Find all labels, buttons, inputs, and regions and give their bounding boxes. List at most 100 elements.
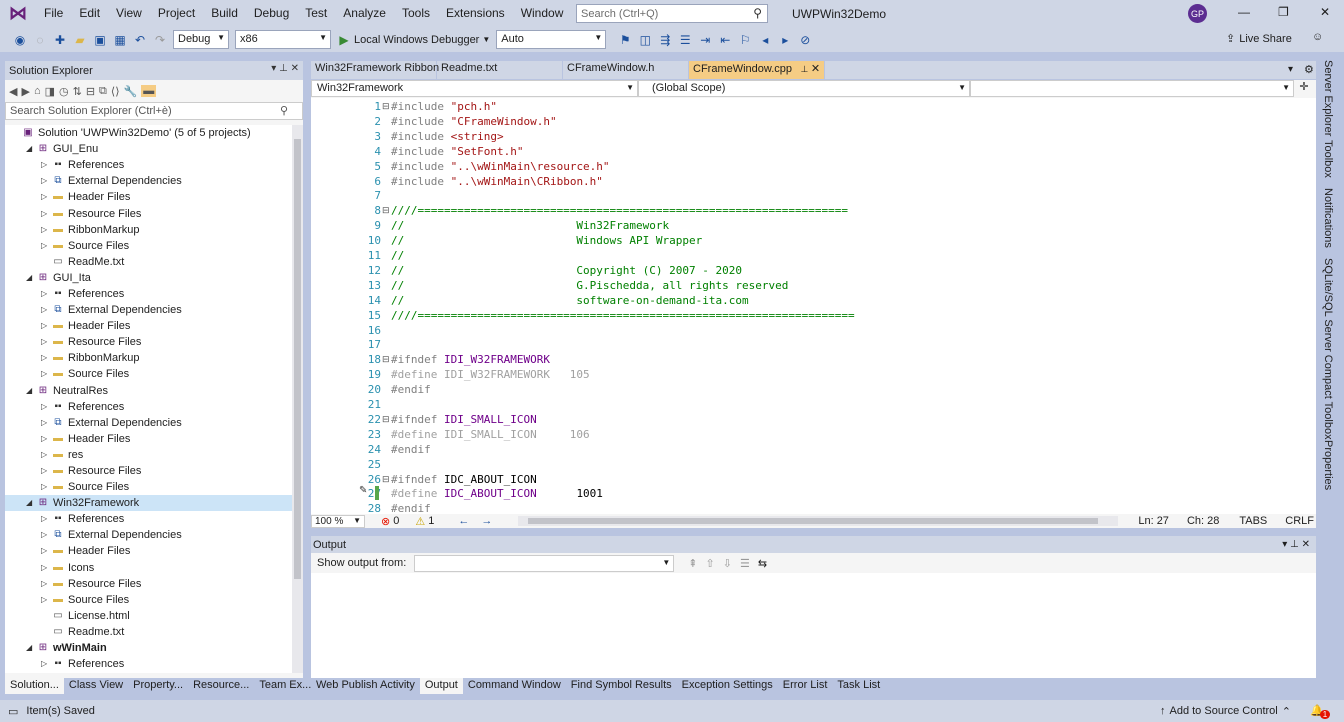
- code-line[interactable]: ////====================================…: [391, 203, 848, 218]
- close-panel-icon[interactable]: ✕: [1302, 539, 1310, 550]
- settings-icon[interactable]: ⚙: [1304, 63, 1314, 76]
- output-tab[interactable]: Error List: [778, 678, 833, 694]
- code-line[interactable]: #include "..\wWinMain\resource.h": [391, 159, 610, 174]
- code-line[interactable]: #ifndef IDI_W32FRAMEWORK: [391, 352, 550, 367]
- play-icon[interactable]: ▶: [336, 32, 352, 48]
- code-line[interactable]: ////====================================…: [391, 308, 855, 323]
- tree-item[interactable]: ▷ ▬ Source Files: [5, 479, 292, 495]
- code-line[interactable]: #endif: [391, 382, 431, 397]
- search-input[interactable]: Search (Ctrl+Q) ⚲: [576, 4, 768, 23]
- code-line[interactable]: #include "pch.h": [391, 99, 497, 114]
- fold-icon[interactable]: ⊟: [382, 354, 390, 365]
- tree-scrollbar[interactable]: [292, 125, 303, 673]
- tree-item[interactable]: ▷ ▬ Header Files: [5, 431, 292, 447]
- pin-icon[interactable]: ⊥: [279, 63, 288, 74]
- code-line[interactable]: #include <string>: [391, 129, 504, 144]
- source-control-button[interactable]: ↑ Add to Source Control ⌃: [1160, 705, 1291, 718]
- side-tab[interactable]: Class View: [64, 678, 128, 694]
- code-line[interactable]: // Win32Framework: [391, 218, 669, 233]
- tree-item[interactable]: ▷ ▬ Header Files: [5, 189, 292, 205]
- format-icon[interactable]: ☰: [677, 32, 693, 48]
- tree-item[interactable]: ◢ ⊞ wWinMain: [5, 640, 292, 656]
- prev-bookmark-icon[interactable]: ◂: [757, 32, 773, 48]
- collapsed-icon[interactable]: ▷: [41, 560, 51, 576]
- tree-item[interactable]: ▷ ▬ res: [5, 447, 292, 463]
- nav-forward-icon[interactable]: →: [481, 515, 492, 527]
- collapsed-icon[interactable]: ▷: [41, 189, 51, 205]
- indent-icon[interactable]: ⇥: [697, 32, 713, 48]
- expanded-icon[interactable]: ◢: [26, 270, 36, 286]
- code-line[interactable]: #include "..\wWinMain\CRibbon.h": [391, 174, 603, 189]
- member-select[interactable]: ▼: [970, 80, 1294, 97]
- collapsed-icon[interactable]: ▷: [41, 479, 51, 495]
- prev-message-icon[interactable]: ⇧: [706, 557, 715, 570]
- align-icon[interactable]: ⇶: [657, 32, 673, 48]
- outdent-icon[interactable]: ⇤: [717, 32, 733, 48]
- new-project-icon[interactable]: ✚: [52, 32, 68, 48]
- code-line[interactable]: // G.Pischedda, all rights reserved: [391, 278, 788, 293]
- collapsed-icon[interactable]: ▷: [41, 157, 51, 173]
- close-tab-icon[interactable]: ✕: [811, 63, 820, 75]
- code-line[interactable]: #ifndef IDC_ABOUT_ICON: [391, 472, 537, 487]
- menu-file[interactable]: File: [36, 0, 71, 27]
- collapsed-icon[interactable]: ▷: [41, 222, 51, 238]
- tree-item[interactable]: ▷ ▬ Resource Files: [5, 576, 292, 592]
- tree-item[interactable]: ◢ ⊞ Win32Framework: [5, 495, 292, 512]
- next-message-icon[interactable]: ⇩: [723, 557, 732, 570]
- output-tab[interactable]: Command Window: [463, 678, 566, 694]
- collapsed-icon[interactable]: ▷: [41, 302, 51, 318]
- fold-icon[interactable]: ⊟: [382, 414, 390, 425]
- document-tab[interactable]: Win32Framework Ribbon: [311, 61, 439, 79]
- live-share-button[interactable]: ⇪ Live Share: [1226, 32, 1292, 46]
- run-button[interactable]: Local Windows Debugger: [354, 34, 479, 46]
- collapsed-icon[interactable]: ▷: [41, 463, 51, 479]
- collapsed-icon[interactable]: ▷: [41, 415, 51, 431]
- collapsed-icon[interactable]: ▷: [41, 447, 51, 463]
- expanded-icon[interactable]: ◢: [26, 383, 36, 399]
- code-line[interactable]: #define IDI_W32FRAMEWORK 105: [391, 367, 590, 382]
- run-dropdown-icon[interactable]: ▼: [482, 35, 490, 44]
- avatar[interactable]: GP: [1188, 4, 1207, 23]
- collapsed-icon[interactable]: ▷: [41, 286, 51, 302]
- collapse-all-icon[interactable]: ⊟: [86, 85, 95, 98]
- collapsed-icon[interactable]: ▷: [41, 399, 51, 415]
- expanded-icon[interactable]: ◢: [26, 640, 36, 656]
- side-tab[interactable]: Resource...: [188, 678, 254, 694]
- code-line[interactable]: // Windows API Wrapper: [391, 233, 702, 248]
- tab-list-icon[interactable]: ▾: [1288, 64, 1293, 75]
- output-source-select[interactable]: ▼: [414, 554, 675, 572]
- code-line[interactable]: //: [391, 248, 404, 263]
- collapsed-icon[interactable]: ▷: [41, 656, 51, 672]
- menu-edit[interactable]: Edit: [71, 0, 108, 27]
- tree-item[interactable]: ▷ ⧉ External Dependencies: [5, 302, 292, 318]
- solution-search-input[interactable]: Search Solution Explorer (Ctrl+è) ⚲: [5, 102, 303, 120]
- tree-item[interactable]: ▷ ▬ Source Files: [5, 238, 292, 254]
- collapsed-icon[interactable]: ▷: [41, 173, 51, 189]
- notifications-button[interactable]: 🔔 1: [1310, 704, 1331, 719]
- back-icon[interactable]: ◀: [9, 85, 17, 98]
- code-line[interactable]: // software-on-demand-ita.com: [391, 293, 749, 308]
- menu-view[interactable]: View: [108, 0, 150, 27]
- tree-item[interactable]: ▭ License.html: [5, 608, 292, 624]
- feedback-icon[interactable]: ☺: [1312, 31, 1323, 43]
- output-tab[interactable]: Output: [419, 678, 463, 694]
- open-icon[interactable]: ▰: [72, 32, 88, 48]
- right-rail-tab[interactable]: Properties: [1322, 440, 1334, 490]
- side-tab[interactable]: Solution...: [5, 678, 64, 694]
- pin-icon[interactable]: ⊥: [798, 64, 811, 74]
- side-tab[interactable]: Team Ex...: [254, 678, 316, 694]
- undo-icon[interactable]: ↶: [132, 32, 148, 48]
- sync-icon[interactable]: ⇅: [73, 85, 82, 98]
- menu-debug[interactable]: Debug: [246, 0, 297, 27]
- preview-icon[interactable]: ▬: [141, 85, 157, 97]
- fold-icon[interactable]: ⊟: [382, 205, 390, 216]
- tree-item[interactable]: ▷ ⧉ External Dependencies: [5, 415, 292, 431]
- config-select[interactable]: Debug ▼: [173, 30, 229, 49]
- code-line[interactable]: // Copyright (C) 2007 - 2020: [391, 263, 742, 278]
- code-line[interactable]: #endif: [391, 501, 431, 514]
- clear-all-icon[interactable]: ☰: [740, 557, 750, 570]
- right-rail-tab[interactable]: Toolbox: [1322, 140, 1334, 178]
- menu-project[interactable]: Project: [150, 0, 203, 27]
- code-editor[interactable]: 1 ⊟ 2 3 4 5 6 7 8 ⊟ 9 10 11 12 13 14 15 16 17 18 ⊟ 19 20 21 22 ⊟ 2…: [311, 98, 1316, 514]
- collapsed-icon[interactable]: ▷: [41, 527, 51, 543]
